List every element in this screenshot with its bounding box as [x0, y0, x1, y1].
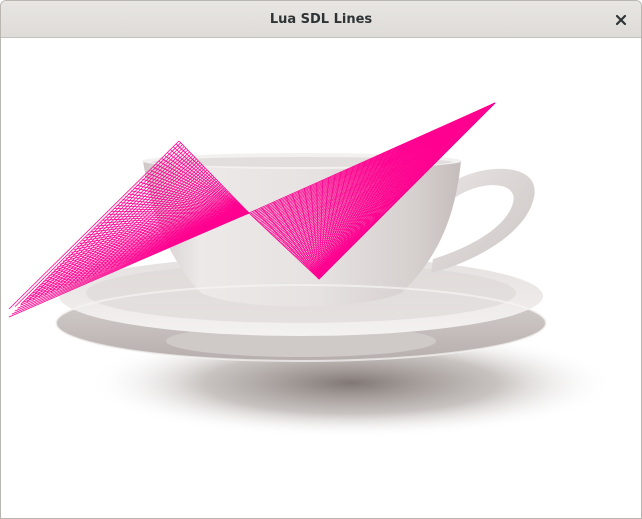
close-button[interactable] [609, 8, 633, 32]
render-canvas[interactable] [1, 38, 641, 518]
close-icon [615, 14, 627, 26]
title-bar[interactable]: Lua SDL Lines [1, 1, 641, 38]
canvas-svg [8, 102, 616, 438]
app-window: Lua SDL Lines [0, 0, 642, 519]
window-title: Lua SDL Lines [269, 12, 373, 27]
